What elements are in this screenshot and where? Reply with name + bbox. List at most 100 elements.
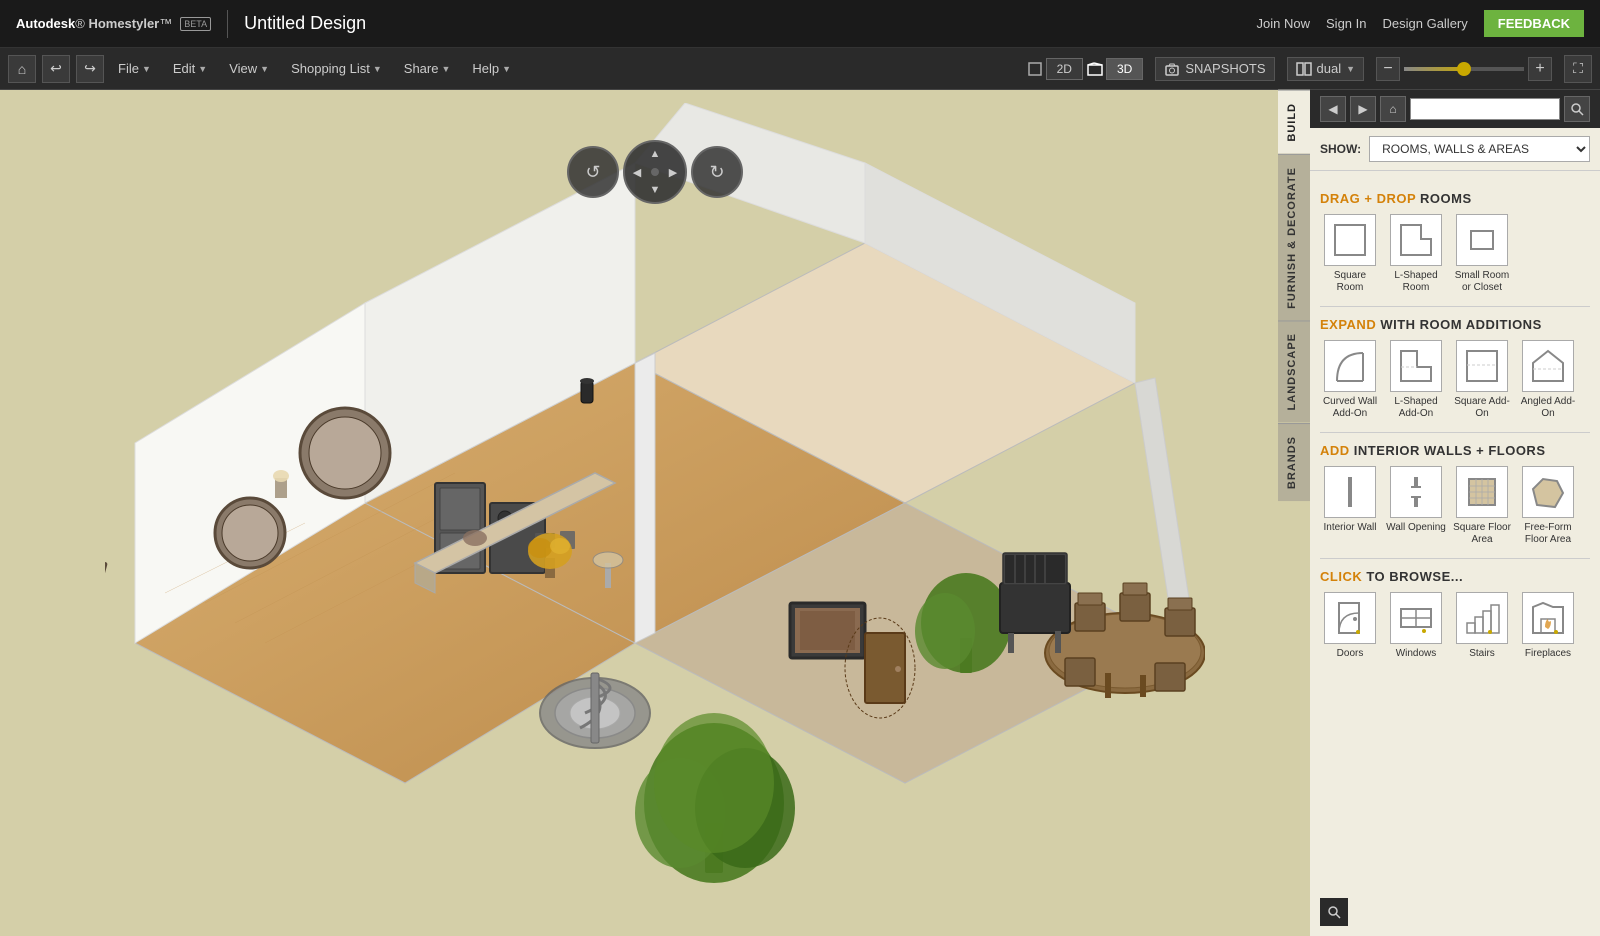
nav-down-arrow[interactable]: ▼ — [647, 182, 663, 198]
redo-button[interactable]: ↪ — [76, 55, 104, 83]
fireplaces-item[interactable]: Fireplaces — [1518, 592, 1578, 660]
join-now-link[interactable]: Join Now — [1257, 16, 1310, 31]
small-room-item[interactable]: Small Room or Closet — [1452, 214, 1512, 294]
edit-menu-arrow: ▼ — [198, 64, 207, 74]
shopping-list-menu[interactable]: Shopping List ▼ — [283, 57, 390, 80]
brands-tab[interactable]: BRANDS — [1278, 423, 1310, 501]
snapshots-button[interactable]: SNAPSHOTS — [1155, 57, 1274, 81]
view-menu[interactable]: View ▼ — [221, 57, 277, 80]
wall-opening-svg — [1397, 473, 1435, 511]
panel-content[interactable]: DRAG + DROP ROOMS Square Room — [1310, 171, 1600, 936]
toolbar: ⌂ ↩ ↪ File ▼ Edit ▼ View ▼ Shopping List… — [0, 48, 1600, 90]
windows-svg — [1397, 599, 1435, 637]
interior-wall-svg — [1331, 473, 1369, 511]
top-divider — [227, 10, 228, 38]
landscape-tab[interactable]: LANDSCAPE — [1278, 320, 1310, 422]
3d-scene-svg — [105, 103, 1205, 923]
angled-addon-icon — [1522, 340, 1574, 392]
2d-button[interactable]: 2D — [1046, 58, 1083, 80]
l-addon-item[interactable]: L-Shaped Add-On — [1386, 340, 1446, 420]
panel-back-button[interactable]: ◀ — [1320, 96, 1346, 122]
windows-icon — [1390, 592, 1442, 644]
doors-item[interactable]: Doors — [1320, 592, 1380, 660]
square-addon-label: Square Add-On — [1452, 396, 1512, 420]
file-menu-arrow: ▼ — [142, 64, 151, 74]
bottom-search-icon — [1326, 904, 1342, 920]
zoom-out-button[interactable]: − — [1376, 57, 1400, 81]
ff-floor-item[interactable]: Free-Form Floor Area — [1518, 466, 1578, 546]
nav-empty-1 — [629, 146, 645, 162]
zoom-in-button[interactable]: + — [1528, 57, 1552, 81]
build-tab[interactable]: BUILD — [1278, 90, 1310, 154]
zoom-slider[interactable] — [1404, 67, 1524, 71]
sq-floor-item[interactable]: Square Floor Area — [1452, 466, 1512, 546]
search-icon — [1570, 102, 1584, 116]
panel-search-button[interactable] — [1564, 96, 1590, 122]
feedback-button[interactable]: FEEDBACK — [1484, 10, 1584, 37]
zoom-slider-thumb[interactable] — [1457, 62, 1471, 76]
undo-button[interactable]: ↩ — [42, 55, 70, 83]
nav-center-dot[interactable] — [651, 168, 659, 176]
camera-icon — [1164, 61, 1180, 77]
sign-in-link[interactable]: Sign In — [1326, 16, 1366, 31]
file-menu[interactable]: File ▼ — [110, 57, 159, 80]
wall-opening-item[interactable]: Wall Opening — [1386, 466, 1446, 546]
square-room-label: Square Room — [1320, 270, 1380, 294]
view-menu-arrow: ▼ — [260, 64, 269, 74]
logo-area: Autodesk® Homestyler™ BETA — [16, 16, 211, 31]
angled-addon-item[interactable]: Angled Add-On — [1518, 340, 1578, 420]
l-shaped-room-item[interactable]: L-Shaped Room — [1386, 214, 1446, 294]
windows-item[interactable]: Windows — [1386, 592, 1446, 660]
nav-up-arrow[interactable]: ▲ — [647, 146, 663, 162]
panel-header: ◀ ▶ ⌂ — [1310, 90, 1600, 128]
stairs-item[interactable]: Stairs — [1452, 592, 1512, 660]
home-button[interactable]: ⌂ — [8, 55, 36, 83]
l-addon-icon — [1390, 340, 1442, 392]
doors-icon — [1324, 592, 1376, 644]
help-menu[interactable]: Help ▼ — [464, 57, 519, 80]
stairs-svg — [1463, 599, 1501, 637]
edit-menu[interactable]: Edit ▼ — [165, 57, 215, 80]
3d-button[interactable]: 3D — [1106, 58, 1143, 80]
design-gallery-link[interactable]: Design Gallery — [1383, 16, 1468, 31]
interior-walls-title: ADD INTERIOR WALLS + FLOORS — [1320, 443, 1590, 458]
doors-label: Doors — [1337, 648, 1364, 660]
drag-drop-rooms-title: DRAG + DROP ROOMS — [1320, 191, 1590, 206]
shopping-list-arrow: ▼ — [373, 64, 382, 74]
share-arrow: ▼ — [441, 64, 450, 74]
square-room-svg — [1331, 221, 1369, 259]
square-addon-item[interactable]: Square Add-On — [1452, 340, 1512, 420]
dual-button[interactable]: dual ▼ — [1287, 57, 1365, 81]
wall-opening-label: Wall Opening — [1386, 522, 1446, 534]
nav-pan-control[interactable]: ▲ ◀ ▶ ▼ — [623, 140, 687, 204]
show-area: SHOW: ROOMS, WALLS & AREAS — [1310, 128, 1600, 171]
l-shaped-room-icon — [1390, 214, 1442, 266]
square-room-icon — [1324, 214, 1376, 266]
wall-opening-icon — [1390, 466, 1442, 518]
browse-grid: Doors Windows — [1320, 592, 1590, 660]
show-label: SHOW: — [1320, 142, 1361, 156]
small-room-label: Small Room or Closet — [1452, 270, 1512, 294]
canvas-area[interactable]: ↺ ▲ ◀ ▶ ▼ ↻ — [0, 90, 1310, 936]
fullscreen-button[interactable]: ⛶ — [1564, 55, 1592, 83]
nav-right-arrow[interactable]: ▶ — [665, 164, 681, 180]
l-shaped-room-svg — [1397, 221, 1435, 259]
panel-forward-button[interactable]: ▶ — [1350, 96, 1376, 122]
3d-icon — [1087, 61, 1103, 77]
furnish-tab[interactable]: FURNISH & DECORATE — [1278, 154, 1310, 321]
rotate-left-button[interactable]: ↺ — [567, 146, 619, 198]
panel-bottom-search-button[interactable] — [1320, 898, 1348, 926]
sep-1 — [1320, 306, 1590, 307]
dual-arrow: ▼ — [1346, 64, 1355, 74]
l-shaped-room-label: L-Shaped Room — [1386, 270, 1446, 294]
panel-search-input[interactable] — [1410, 98, 1560, 120]
nav-left-arrow[interactable]: ◀ — [629, 164, 645, 180]
side-tabs: BUILD FURNISH & DECORATE LANDSCAPE BRAND… — [1278, 90, 1310, 501]
curved-wall-item[interactable]: Curved Wall Add-On — [1320, 340, 1380, 420]
rotate-right-button[interactable]: ↻ — [691, 146, 743, 198]
show-dropdown[interactable]: ROOMS, WALLS & AREAS — [1369, 136, 1590, 162]
square-room-item[interactable]: Square Room — [1320, 214, 1380, 294]
share-menu[interactable]: Share ▼ — [396, 57, 459, 80]
interior-wall-item[interactable]: Interior Wall — [1320, 466, 1380, 546]
panel-home-button[interactable]: ⌂ — [1380, 96, 1406, 122]
